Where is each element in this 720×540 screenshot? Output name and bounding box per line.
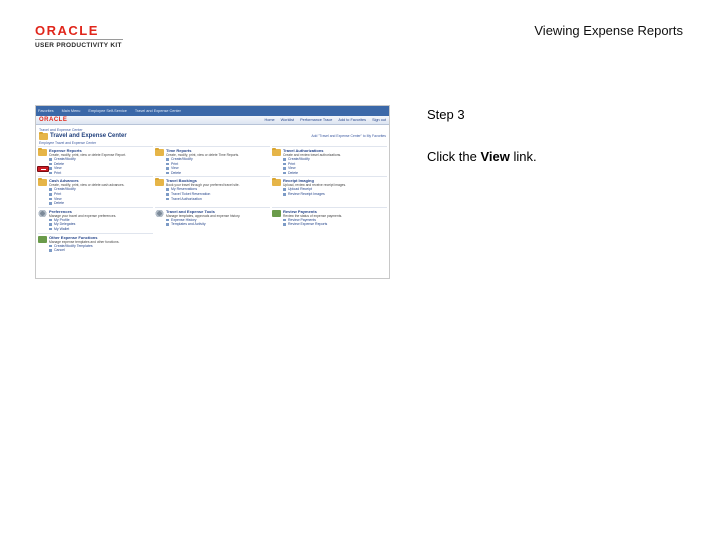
menu-bar: Favorites Main Menu Employee Self-Servic… [36,106,389,116]
logo-divider [35,39,123,40]
section-1: Time Reports Create, modify, print, view … [155,146,270,175]
section-link[interactable]: Review Receipt Images [283,192,387,197]
section-header: Travel Bookings Book your travel through … [155,177,270,187]
section-header: Time Reports Create, modify, print, view … [155,147,270,157]
oracle-upk-logo: ORACLE USER PRODUCTIVITY KIT [35,23,127,49]
section-links: Upload Receipt Review Receipt Images [272,187,387,196]
section-grid: Expense Reports Create, modify, print, vi… [36,146,389,257]
app-logo: ORACLE [39,117,68,123]
section-header: Travel and Expense Tools Manage templates… [155,209,270,218]
section-links: My Reservations Travel Ticket Reservation… [155,187,270,201]
section-body: Receipt Imaging Upload, review and receiv… [283,178,346,187]
section-link[interactable]: Templates and Activity [166,222,270,227]
section-links: Create/Modify Print View Delete [155,157,270,175]
brand-text: ORACLE [35,23,99,38]
nav-performance-link[interactable]: Performance Trace [300,118,332,122]
section-link[interactable]: Delete [283,171,387,176]
nav-home-link[interactable]: Home [265,118,275,122]
nav-links: Home Worklist Performance Trace Add to F… [265,118,386,122]
click-target-marker-icon [37,166,49,173]
section-link[interactable]: My Wallet [49,227,153,232]
section-header: Cash Advances Create, modify, print, view… [38,177,153,187]
section-5: Receipt Imaging Upload, review and receiv… [272,176,387,205]
menu-item-self-service[interactable]: Employee Self-Service [88,109,126,113]
section-links: Create/Modify Print View Delete [38,187,153,205]
folder-icon [272,177,281,187]
section-7: Travel and Expense Tools Manage templates… [155,206,270,232]
section-0: Expense Reports Create, modify, print, vi… [37,146,153,176]
section-4: Travel Bookings Book your travel through … [155,176,270,205]
section-link[interactable]: Travel Authorization [166,197,270,202]
nav-bar: ORACLE Home Worklist Performance Trace A… [36,116,389,125]
center-title-group: Travel and Expense Center [39,131,127,140]
section-header: Other Expense Functions Manage expense te… [38,235,153,244]
nav-worklist-link[interactable]: Worklist [281,118,294,122]
section-6: Preferences Manage your travel and expens… [38,206,153,232]
page-title: Travel and Expense Center [50,133,127,139]
section-body: Travel Authorizations Create and review t… [283,148,341,157]
section-link[interactable]: Delete [49,201,153,206]
folder-icon [272,147,281,156]
section-header: Review Payments Review the status of expe… [272,209,387,218]
instruction-suffix: link. [509,149,537,164]
step-screenshot: Favorites Main Menu Employee Self-Servic… [35,105,390,279]
section-body: Preferences Manage your travel and expens… [49,209,116,218]
gear-icon [155,209,164,217]
section-body: Expense Reports Create, modify, print, vi… [49,148,126,157]
section-body: Other Expense Functions Manage expense te… [49,235,119,244]
section-body: Time Reports Create, modify, print, view … [166,148,239,157]
gear-icon [38,209,47,217]
section-header: Receipt Imaging Upload, review and receiv… [272,177,387,187]
section-links: Review Payments Review Expense Reports [272,218,387,227]
menu-item-favorites[interactable]: Favorites [38,109,54,113]
section-link[interactable]: Cancel [49,248,153,253]
section-link[interactable]: Review Expense Reports [283,222,387,227]
nav-favorites-link[interactable]: Add to Favorites [338,118,366,122]
section-body: Cash Advances Create, modify, print, view… [49,178,124,187]
center-header: Travel and Expense Center Add "Travel an… [36,131,389,140]
instruction-prefix: Click the [427,149,481,164]
folder-icon [155,147,164,156]
folder-icon [39,131,48,140]
section-9: Other Expense Functions Manage expense te… [38,232,153,257]
step-instruction: Click the View link. [427,149,537,164]
section-links: Expense History Templates and Activity [155,218,270,227]
section-header: Preferences Manage your travel and expens… [38,209,153,218]
section-links: My Profile My Delegates My Wallet [38,218,153,232]
section-body: Review Payments Review the status of expe… [283,209,342,218]
folder-icon [38,147,47,156]
section-body: Travel Bookings Book your travel through … [166,178,239,187]
instruction-link-name: View [480,149,510,164]
document-title: Viewing Expense Reports [534,23,683,38]
folder-icon [38,177,47,187]
section-header: Travel Authorizations Create and review t… [272,147,387,157]
section-header: Expense Reports Create, modify, print, vi… [38,147,153,157]
breadcrumb[interactable]: Travel and Expense Center [36,125,389,132]
section-8: Review Payments Review the status of expe… [272,206,387,232]
nav-signout-link[interactable]: Sign out [372,118,386,122]
section-body: Travel and Expense Tools Manage templates… [166,209,240,218]
add-to-favorites-link[interactable]: Add "Travel and Expense Center" to My Fa… [311,134,386,138]
green-icon [38,235,47,243]
section-2: Travel Authorizations Create and review t… [272,146,387,175]
section-links: Create/Modify Delete View Print [37,157,153,176]
kit-text: USER PRODUCTIVITY KIT [35,42,122,49]
section-links: Create/Modify Print View Delete [272,157,387,175]
step-label: Step 3 [427,107,465,122]
section-link[interactable]: Print [49,171,153,176]
menu-item-expense-center[interactable]: Travel and Expense Center [135,109,181,113]
menu-item-main-menu[interactable]: Main Menu [62,109,81,113]
folder-icon [155,177,164,187]
green-icon [272,209,281,217]
section-links: Create/Modify Templates Cancel [38,244,153,253]
section-3: Cash Advances Create, modify, print, view… [38,176,153,205]
section-link[interactable]: Delete [166,171,270,176]
view-link[interactable]: View [37,166,153,173]
